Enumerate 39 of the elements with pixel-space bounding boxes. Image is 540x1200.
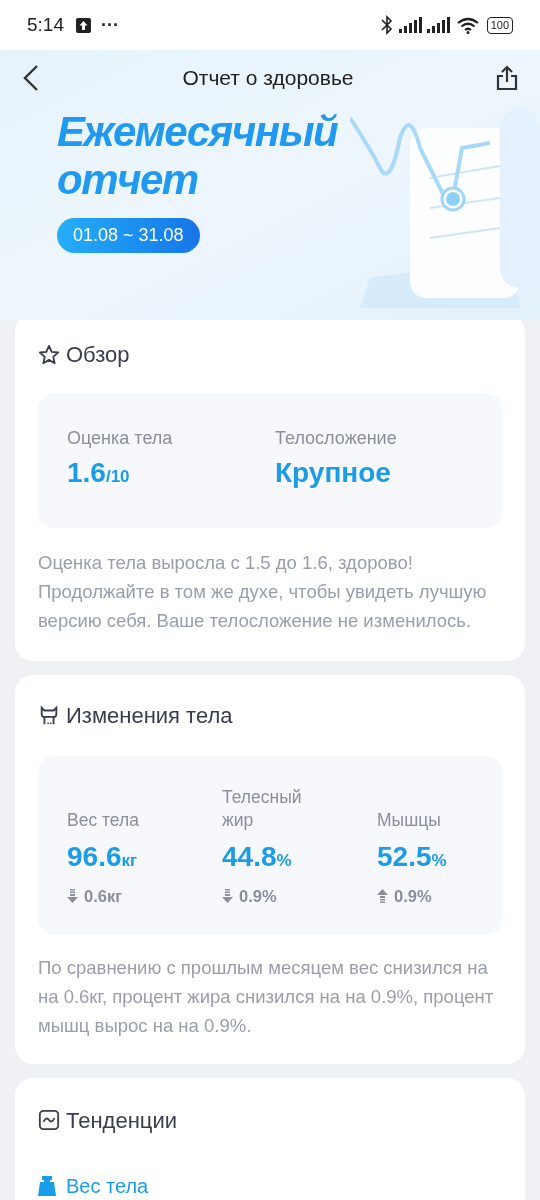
change-value: 0.6кг: [84, 886, 123, 907]
share-icon[interactable]: [496, 65, 518, 91]
page-title: Отчет о здоровье: [181, 65, 355, 92]
metric-value: 44.8%: [222, 840, 293, 874]
metric-label: Мышцы: [377, 809, 442, 832]
metric-label: Оценка тела: [67, 427, 174, 450]
wifi-icon: [456, 16, 479, 34]
weight-icon: [38, 1175, 56, 1196]
bluetooth-icon: [380, 15, 393, 35]
upload-notification-icon: [76, 17, 91, 33]
change-value: 0.9%: [394, 886, 432, 907]
metric-value: 1.6/10: [67, 456, 131, 490]
change-value: 0.9%: [239, 886, 277, 907]
section-title: Обзор: [66, 341, 130, 369]
section-title: Тенденции: [66, 1106, 177, 1135]
legend-label: Вес тела: [66, 1173, 149, 1199]
overview-summary: Оценка тела выросла с 1.5 до 1.6, здорово! Продолжайте в том же духе, чтобы увидеть лучшую версию себя. Ваше телосложение не изменилось.: [38, 551, 488, 633]
back-icon[interactable]: [22, 64, 40, 92]
metric-value: 96.6кг: [67, 840, 139, 874]
status-time: 5:14: [27, 12, 64, 37]
arrow-down-icon: [67, 889, 78, 904]
more-notifications: ···: [101, 13, 119, 37]
body-icon: [38, 704, 60, 727]
metric-label: Вес тела: [67, 809, 140, 832]
signal-icon: [426, 17, 451, 33]
period-badge: 01.08 ~ 31.08: [57, 218, 200, 253]
metric-label: Телесный жир: [222, 786, 303, 832]
changes-summary: По сравнению с прошлым месяцем вес снизился на на 0.6кг, процент жира снизился на на 0.9%, процент мышц вырос на на 0.9%.: [38, 955, 495, 1038]
arrow-down-icon: [222, 889, 233, 904]
star-icon: [38, 343, 60, 366]
signal-icon: [398, 17, 423, 33]
banner-title: Ежемесячный отчет: [57, 108, 339, 204]
section-title: Изменения тела: [66, 702, 233, 730]
metric-value: 52.5%: [377, 840, 448, 874]
metric-value: Крупное: [275, 456, 392, 490]
arrow-up-icon: [377, 889, 388, 904]
metric-label: Телосложение: [275, 427, 398, 450]
trend-icon: [38, 1109, 60, 1132]
battery-indicator: 100: [486, 16, 513, 34]
